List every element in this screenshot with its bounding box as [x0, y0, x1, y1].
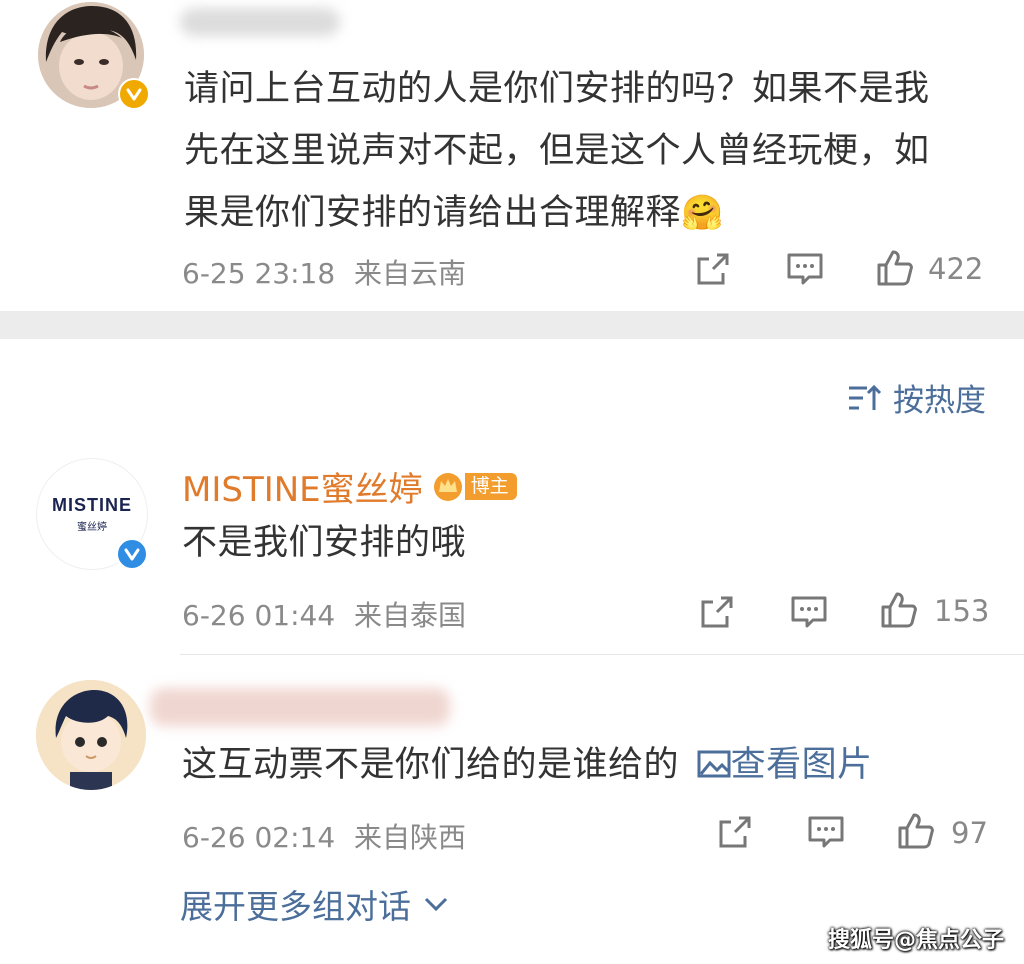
share-icon[interactable] — [715, 812, 755, 852]
verified-badge-icon — [116, 538, 148, 570]
comment-date: 6-26 02:14 — [182, 821, 336, 854]
comment-location: 来自云南 — [354, 257, 467, 290]
sort-by-hot-button[interactable]: 按热度 — [847, 375, 986, 420]
comment-date: 6-25 23:18 — [182, 257, 336, 290]
comment-text: 这互动票不是你们给的是谁给的 查看图片 — [182, 734, 873, 796]
comment-text-content: 请问上台互动的人是你们安排的吗？如果不是我先在这里说声对不起，但是这个人曾经玩梗… — [184, 69, 930, 233]
blogger-badge: 博主 — [433, 472, 517, 502]
avatar-user-3[interactable] — [36, 680, 146, 790]
comment-date: 6-26 01:44 — [182, 599, 336, 632]
username-redacted[interactable] — [180, 8, 340, 36]
share-icon[interactable] — [693, 249, 733, 289]
avatar-brand-subtext: 蜜丝婷 — [77, 522, 107, 533]
comment-icon[interactable] — [806, 812, 846, 852]
comment-meta: 6-26 02:14 来自陕西 — [182, 816, 466, 856]
avatar-brand-text: MISTINE — [51, 495, 132, 515]
comment-text-content: 这互动票不是你们给的是谁给的 — [182, 745, 680, 785]
image-icon — [697, 750, 731, 778]
view-image-label: 查看图片 — [730, 745, 873, 785]
sort-icon — [849, 384, 882, 410]
expand-more-button[interactable]: 展开更多组对话 — [180, 880, 449, 928]
watermark: 搜狐号@焦点公子 — [827, 928, 1004, 953]
sort-label: 按热度 — [893, 383, 986, 419]
comment-location: 来自陕西 — [354, 821, 467, 854]
section-separator — [0, 311, 1024, 339]
comment-text-content: 不是我们安排的哦 — [182, 523, 467, 563]
comment-icon[interactable] — [785, 249, 825, 289]
like-count: 422 — [928, 252, 984, 286]
divider — [180, 654, 1024, 655]
comment-meta: 6-26 01:44 来自泰国 — [182, 594, 466, 634]
view-image-link[interactable]: 查看图片 — [697, 745, 873, 785]
like-count: 153 — [934, 594, 990, 628]
crown-icon — [433, 472, 462, 501]
chevron-down-icon — [424, 897, 448, 912]
like-count: 97 — [951, 816, 988, 850]
comment-text: 请问上台互动的人是你们安排的吗？如果不是我先在这里说声对不起，但是这个人曾经玩梗… — [184, 58, 964, 244]
hug-emoji-icon: 🤗 — [681, 193, 724, 233]
verified-badge-icon — [118, 78, 150, 110]
comment-text: 不是我们安排的哦 — [182, 512, 466, 574]
comment-location: 来自泰国 — [354, 599, 467, 632]
like-icon[interactable] — [875, 248, 915, 288]
username-redacted[interactable] — [150, 688, 450, 726]
comment-author[interactable]: MISTINE蜜丝婷 博主 — [182, 462, 517, 511]
comment-meta: 6-25 23:18 来自云南 — [182, 252, 466, 292]
badge-label: 博主 — [464, 473, 517, 500]
author-name: MISTINE蜜丝婷 — [182, 470, 423, 510]
like-icon[interactable] — [896, 811, 936, 851]
share-icon[interactable] — [697, 592, 737, 632]
expand-more-label: 展开更多组对话 — [180, 887, 411, 926]
comment-icon[interactable] — [789, 592, 829, 632]
like-icon[interactable] — [879, 590, 919, 630]
